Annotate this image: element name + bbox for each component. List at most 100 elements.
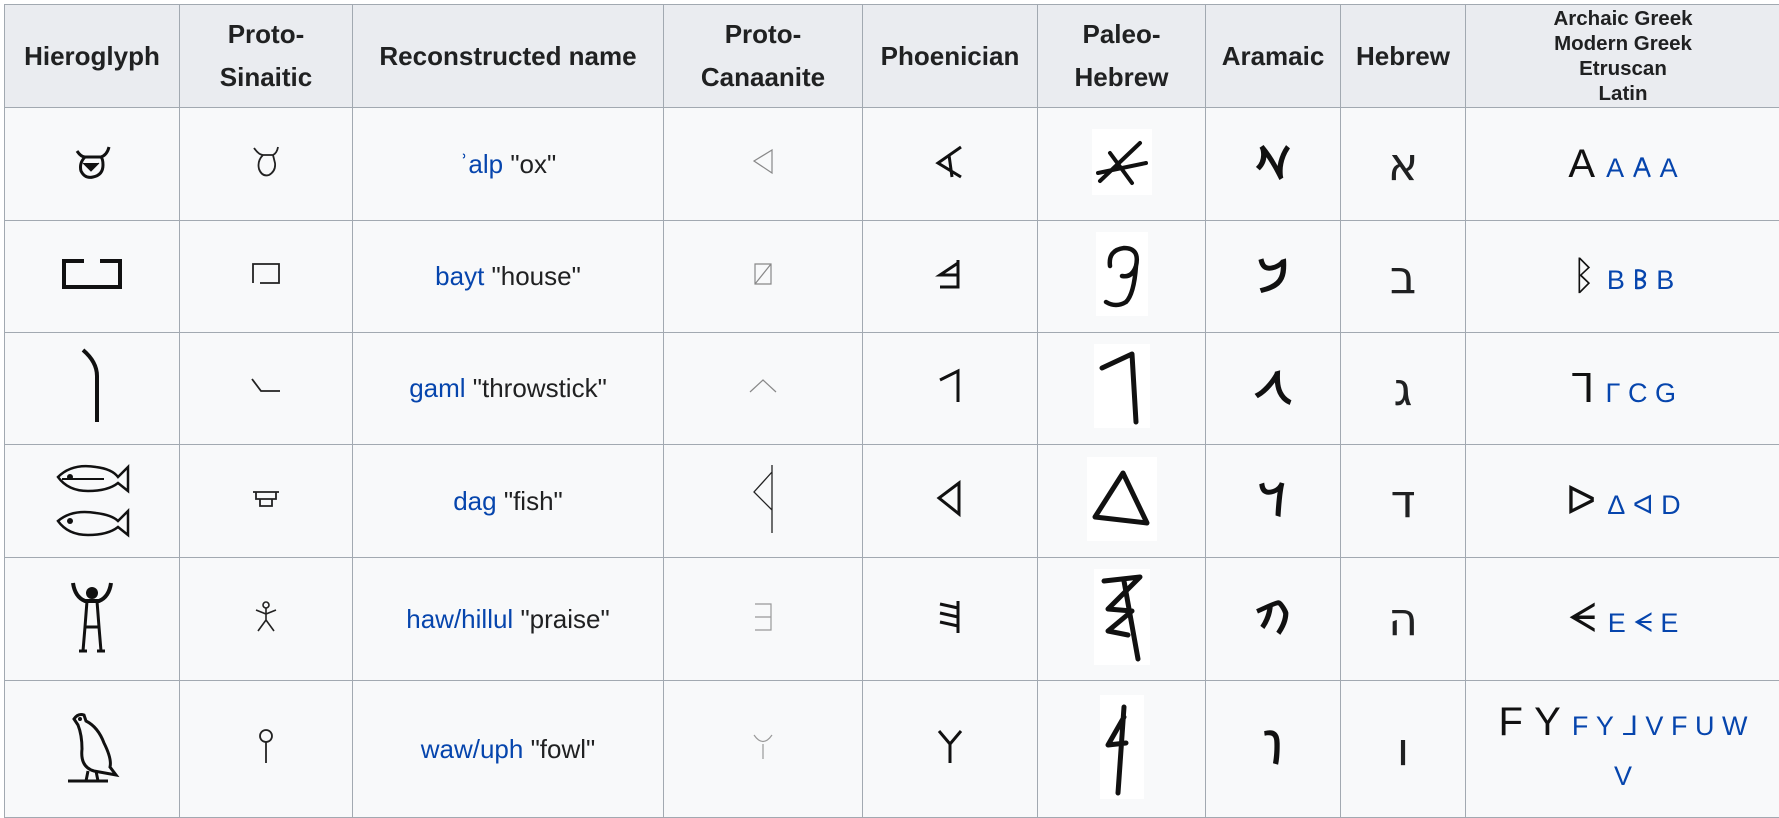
paleo-hebrew-beth-icon[interactable]: [1095, 232, 1148, 316]
latin-link[interactable]: D: [1661, 490, 1681, 521]
hebrew-letter: ו: [1396, 722, 1410, 776]
reconstructed-name-cell: dag "fish": [352, 444, 664, 558]
proto-canaanite-daleth-icon[interactable]: [750, 462, 776, 536]
name-link[interactable]: waw/uph: [421, 734, 524, 764]
phoenician-cell: [862, 680, 1038, 818]
latin-link-4[interactable]: V: [1614, 753, 1632, 799]
latin-link[interactable]: A: [1660, 153, 1678, 184]
phoenician-he-icon[interactable]: [936, 598, 964, 636]
modern-greek-link[interactable]: B: [1607, 265, 1625, 296]
proto-canaanite-cell: [663, 332, 863, 445]
proto-canaanite-gimel-icon[interactable]: [747, 377, 779, 395]
name-gloss: "ox": [503, 148, 557, 179]
name-link[interactable]: ʾalp: [460, 149, 503, 179]
proto-sinaitic-throwstick-icon[interactable]: [249, 376, 283, 396]
latin-link-2[interactable]: U: [1695, 703, 1715, 749]
proto-canaanite-beth-icon[interactable]: [752, 261, 774, 287]
name-gloss: "praise": [513, 603, 610, 634]
fish-hieroglyph-icon[interactable]: [52, 457, 132, 541]
header-proto-canaanite: Proto- Canaanite: [663, 4, 863, 108]
proto-sinaitic-mace-icon[interactable]: [257, 728, 275, 766]
latin-link-3[interactable]: W: [1722, 703, 1747, 749]
aramaic-letter: 𐡁: [1257, 250, 1289, 302]
phoenician-cell: [862, 444, 1038, 558]
modern-greek-link[interactable]: F: [1572, 703, 1589, 749]
name-gloss: "house": [484, 261, 581, 291]
modern-greek-link[interactable]: Δ: [1607, 490, 1625, 521]
name-link[interactable]: haw/hillul: [406, 604, 513, 634]
header-row: Hieroglyph Proto- Sinaitic Reconstructed …: [4, 4, 1779, 108]
proto-sinaitic-fish-icon[interactable]: [250, 489, 282, 509]
etruscan-link[interactable]: ᒧ: [1621, 703, 1637, 749]
modern-greek-link[interactable]: A: [1606, 153, 1624, 184]
proto-canaanite-aleph-icon[interactable]: [750, 147, 776, 177]
paleo-hebrew-gimel-icon[interactable]: [1093, 344, 1150, 428]
aramaic-cell: 𐡄: [1205, 557, 1341, 681]
hebrew-letter: ג: [1393, 361, 1413, 416]
proto-canaanite-cell: [663, 220, 863, 333]
etruscan-link[interactable]: ᗕ: [1633, 608, 1653, 640]
phoenician-daleth-icon[interactable]: [935, 479, 965, 518]
header-modern-greek: Modern Greek: [1554, 32, 1692, 55]
paleo-hebrew-waw-icon[interactable]: [1099, 694, 1144, 799]
proto-sinaitic-cell: [179, 680, 353, 818]
throwstick-hieroglyph-icon[interactable]: [77, 346, 107, 426]
aramaic-cell: 𐡅: [1205, 680, 1341, 818]
modern-greek-link[interactable]: E: [1608, 608, 1626, 639]
phoenician-aleph-icon[interactable]: [933, 144, 967, 180]
paleo-hebrew-daleth-icon[interactable]: [1086, 456, 1157, 541]
paleo-hebrew-aleph-icon[interactable]: [1091, 128, 1152, 195]
hebrew-letter: א: [1387, 137, 1419, 191]
greek-etruscan-latin-cell: ᗕ E ᗕ E: [1465, 557, 1779, 681]
etruscan-link[interactable]: C: [1628, 378, 1648, 409]
ox-head-hieroglyph-icon[interactable]: [71, 141, 113, 183]
etruscan-link-2[interactable]: V: [1645, 703, 1663, 749]
latin-link[interactable]: G: [1655, 378, 1676, 409]
proto-sinaitic-ox-icon[interactable]: [251, 145, 281, 179]
modern-greek-link[interactable]: Γ: [1606, 378, 1621, 409]
aramaic-cell: 𐡀: [1205, 107, 1341, 221]
name-link[interactable]: gaml: [409, 373, 465, 403]
hebrew-cell: ג: [1340, 332, 1466, 445]
paleo-hebrew-cell: [1037, 680, 1206, 818]
reconstructed-name-cell: gaml "throwstick": [352, 332, 664, 445]
reconstructed-name-cell: bayt "house": [352, 220, 664, 333]
phoenician-gimel-icon[interactable]: [936, 368, 964, 404]
proto-sinaitic-cell: [179, 220, 353, 333]
reconstructed-name-cell: waw/uph "fowl": [352, 680, 664, 818]
aramaic-letter: 𐡃: [1259, 475, 1287, 526]
proto-sinaitic-house-icon[interactable]: [250, 261, 282, 287]
header-line: Hebrew: [1074, 62, 1169, 92]
phoenician-waw-icon[interactable]: [935, 728, 965, 766]
name-link[interactable]: bayt: [435, 261, 484, 291]
table-row: bayt "house" 𐡁 ב ᛒ B 𐌁 B: [4, 220, 1779, 333]
name-link[interactable]: dag: [453, 486, 496, 516]
phoenician-cell: [862, 107, 1038, 221]
paleo-hebrew-he-icon[interactable]: [1093, 568, 1150, 665]
etruscan-link[interactable]: 𐌀: [1632, 153, 1652, 184]
etruscan-link[interactable]: ᐊ: [1633, 490, 1654, 521]
header-archaic-greek: Archaic Greek: [1553, 7, 1693, 30]
proto-canaanite-waw-icon[interactable]: [751, 732, 775, 762]
paleo-hebrew-cell: [1037, 557, 1206, 681]
table-row: dag "fish" 𐡃 ד ᐅ Δ ᐊ D: [4, 444, 1779, 558]
proto-canaanite-he-icon[interactable]: [751, 601, 775, 633]
latin-link[interactable]: E: [1660, 608, 1678, 639]
proto-sinaitic-cell: [179, 557, 353, 681]
header-line: Canaanite: [700, 62, 826, 92]
modern-greek-link-2[interactable]: Y: [1596, 703, 1614, 749]
latin-link[interactable]: B: [1656, 265, 1674, 296]
house-hieroglyph-icon[interactable]: [60, 257, 124, 291]
proto-sinaitic-cell: [179, 444, 353, 558]
hieroglyph-cell: [4, 107, 180, 221]
hebrew-cell: ו: [1340, 680, 1466, 818]
etruscan-link[interactable]: 𐌁: [1632, 265, 1648, 296]
header-proto-sinaitic: Proto- Sinaitic: [179, 4, 353, 108]
phoenician-cell: [862, 557, 1038, 681]
proto-sinaitic-praise-icon[interactable]: [252, 600, 280, 634]
latin-link[interactable]: F: [1671, 703, 1688, 749]
fowl-hieroglyph-icon[interactable]: [64, 709, 120, 785]
proto-sinaitic-cell: [179, 107, 353, 221]
praising-man-hieroglyph-icon[interactable]: [67, 579, 117, 655]
phoenician-beth-icon[interactable]: [934, 257, 966, 291]
